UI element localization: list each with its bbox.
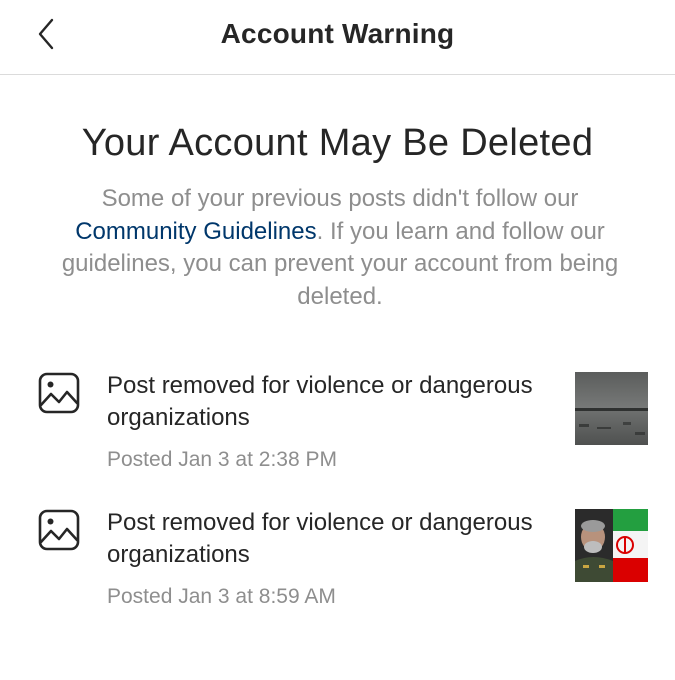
removed-post-item[interactable]: Post removed for violence or dangerous o… — [0, 507, 675, 617]
post-date: Posted Jan 3 at 8:59 AM — [107, 585, 336, 608]
description-text: Some of your previous posts didn't follo… — [101, 185, 579, 212]
header-bar: Account Warning — [0, 0, 675, 75]
community-guidelines-link[interactable]: Community Guidelines — [75, 218, 316, 245]
post-thumbnail-image — [575, 509, 648, 582]
warning-description: Some of your previous posts didn't follo… — [40, 183, 640, 313]
post-thumbnail[interactable] — [575, 509, 648, 582]
post-thumbnail[interactable] — [575, 372, 648, 445]
post-removal-reason: Post removed for violence or dangerous o… — [107, 509, 533, 568]
removed-post-item[interactable]: Post removed for violence or dangerous o… — [0, 370, 675, 480]
post-thumbnail-image — [575, 372, 648, 445]
post-removal-reason: Post removed for violence or dangerous o… — [107, 372, 533, 431]
warning-title: Your Account May Be Deleted — [81, 122, 594, 164]
post-date: Posted Jan 3 at 2:38 PM — [107, 448, 337, 471]
image-icon — [38, 509, 80, 551]
page-title: Account Warning — [220, 18, 455, 49]
image-icon — [38, 372, 80, 414]
